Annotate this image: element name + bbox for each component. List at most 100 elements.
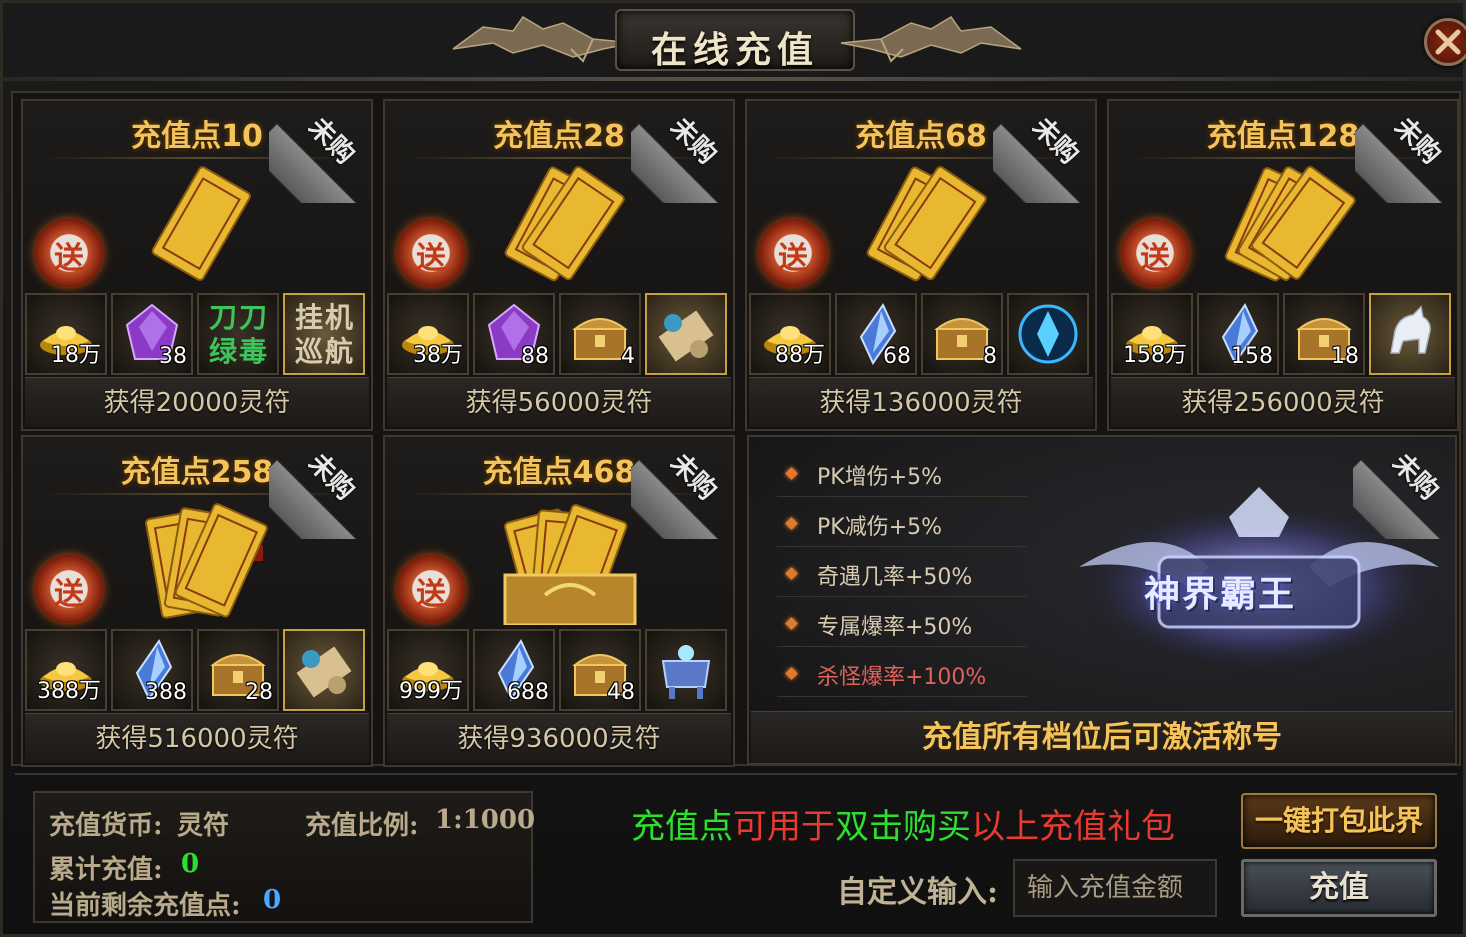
custom-input-label: 自定义输入: <box>837 875 999 910</box>
item-slot[interactable]: 8 <box>921 293 1003 375</box>
promo-text: 充值点可用于双击购买以上充值礼包 <box>631 799 1175 848</box>
item-slots: 18万 38 刀刀 绿毒 挂机 巡航 <box>25 293 369 375</box>
gold-ticket-icon <box>503 503 637 625</box>
item-slots: 38万 88 4 <box>387 293 731 375</box>
item-slot[interactable]: 38万 <box>387 293 469 375</box>
ratio-value: 1:1000 <box>435 805 536 835</box>
bonus-line: 杀怪爆率+100% <box>777 651 1027 697</box>
item-quantity: 48 <box>607 680 635 705</box>
diamond-bullet-icon <box>785 467 798 480</box>
item-slot[interactable]: 48 <box>559 629 641 711</box>
status-ribbon: 未购 <box>1355 99 1459 203</box>
item-slot[interactable]: 88 <box>473 293 555 375</box>
item-slot[interactable]: 28 <box>197 629 279 711</box>
item-slot[interactable]: 158 <box>1197 293 1279 375</box>
item-quantity: 999万 <box>399 679 463 704</box>
promo-part-2: 可用于 <box>733 807 835 847</box>
status-ribbon: 未购 <box>631 435 735 539</box>
activate-bar: 充值所有档位后可激活称号 <box>751 711 1453 763</box>
currency-label: 充值货币: <box>49 811 163 841</box>
item-slot[interactable]: 388 <box>111 629 193 711</box>
bonus-text: PK增伤+5% <box>817 465 943 490</box>
item-quantity: 88 <box>521 344 549 369</box>
package-card[interactable]: 充值点28 未购送 38万 88 4 获得56000灵符 <box>383 99 735 431</box>
item-slot[interactable] <box>1007 293 1089 375</box>
item-quantity: 8 <box>983 344 997 369</box>
skill-text-line: 绿毒 <box>208 335 269 368</box>
item-slot[interactable]: 158万 <box>1111 293 1193 375</box>
reward-bar: 获得136000灵符 <box>749 377 1093 427</box>
bonus-text: PK减伤+5% <box>817 515 943 540</box>
gift-badge-label: 送 <box>416 577 446 612</box>
item-slot[interactable]: 88万 <box>749 293 831 375</box>
close-button[interactable] <box>1424 18 1466 66</box>
status-ribbon: 未购 <box>269 99 373 203</box>
package-card[interactable]: 充值点128 未购送 158万 158 18 获得256000灵符 <box>1107 99 1459 431</box>
total-recharge-label: 累计充值: <box>49 855 163 885</box>
item-slot[interactable]: 4 <box>559 293 641 375</box>
pack-ui-button[interactable]: 一键打包此界面 <box>1241 793 1437 889</box>
item-slot[interactable]: 388万 <box>25 629 107 711</box>
reward-text: 获得56000灵符 <box>465 388 653 418</box>
header-divider <box>3 77 1463 81</box>
item-slot[interactable]: 68 <box>835 293 917 375</box>
bonus-line: 奇遇几率+50% <box>777 551 1027 597</box>
item-slot[interactable]: 18 <box>1283 293 1365 375</box>
package-card[interactable]: 充值点68 未购送 88万 68 8 获得136000灵符 <box>745 99 1097 431</box>
footer-panel: 充值货币: 灵符 充值比例: 1:1000 累计充值: 0 当前剩余充值点: 0… <box>15 773 1457 933</box>
item-slots: 88万 68 8 <box>749 293 1093 375</box>
skill-text-line: 刀刀 <box>208 301 269 334</box>
diamond-bullet-icon <box>785 517 798 530</box>
reward-text: 获得516000灵符 <box>95 724 299 754</box>
remaining-points-label: 当前剩余充值点: <box>49 891 241 921</box>
item-quantity: 38万 <box>413 343 463 368</box>
recharge-amount-input[interactable] <box>1013 859 1217 917</box>
package-card[interactable]: 充值点10 未购送 18万 38 刀刀 绿毒 挂机 巡航 获得20000灵符 <box>21 99 373 431</box>
diamond-bullet-icon <box>785 567 798 580</box>
item-slot[interactable]: 刀刀 绿毒 <box>197 293 279 375</box>
item-quantity: 158万 <box>1123 343 1187 368</box>
item-slot[interactable]: 38 <box>111 293 193 375</box>
item-quantity: 38 <box>159 344 187 369</box>
ratio-label: 充值比例: <box>305 811 419 841</box>
gift-badge-icon: 送 <box>35 555 103 623</box>
item-slot[interactable] <box>1369 293 1451 375</box>
item-slot[interactable]: 18万 <box>25 293 107 375</box>
window-title: 在线充值 <box>650 29 819 71</box>
remaining-points-value: 0 <box>263 885 282 915</box>
promo-part-1: 充值点 <box>631 807 733 847</box>
package-card[interactable]: 充值点258 未购送 388万 388 28 获得516000灵符 <box>21 435 373 767</box>
title-emblem-text: 神界霸王 <box>1144 574 1297 615</box>
gold-ticket-icon <box>504 166 625 282</box>
currency-value: 灵符 <box>177 811 230 841</box>
gold-ticket-icon <box>151 166 251 281</box>
bonus-text: 奇遇几率+50% <box>817 565 973 590</box>
gift-badge-label: 送 <box>416 241 446 276</box>
item-slot[interactable] <box>645 629 727 711</box>
reward-bar: 获得56000灵符 <box>387 377 731 427</box>
item-slot[interactable]: 999万 <box>387 629 469 711</box>
item-slot[interactable] <box>645 293 727 375</box>
recharge-info-box: 充值货币: 灵符 充值比例: 1:1000 累计充值: 0 当前剩余充值点: 0 <box>33 791 536 923</box>
package-card[interactable]: 充值点468 未购送 999万 688 48 获得936000灵符 <box>383 435 735 767</box>
reward-text: 获得936000灵符 <box>457 724 661 754</box>
reward-bar: 获得256000灵符 <box>1111 377 1455 427</box>
gold-ticket-icon <box>145 503 268 619</box>
item-slot[interactable]: 688 <box>473 629 555 711</box>
item-slots: 999万 688 48 <box>387 629 731 711</box>
item-slots: 158万 158 18 <box>1111 293 1455 375</box>
item-quantity: 68 <box>883 344 911 369</box>
promo-part-4: 以上 <box>971 807 1039 847</box>
bonus-text: 专属爆率+50% <box>817 615 973 640</box>
skill-text-line: 巡航 <box>294 335 355 368</box>
bonus-text: 杀怪爆率+100% <box>817 665 987 690</box>
activate-text: 充值所有档位后可激活称号 <box>922 720 1282 755</box>
title-reward-panel[interactable]: 未购 PK增伤+5% PK减伤+5% 奇遇几率+50% 专属爆率+50% 杀怪爆率+100… <box>747 435 1457 765</box>
item-slot[interactable] <box>283 629 365 711</box>
recharge-button[interactable]: 充值 <box>1241 859 1437 917</box>
gold-ticket-icon <box>1224 165 1356 282</box>
item-slot[interactable]: 挂机 巡航 <box>283 293 365 375</box>
packages-area: 充值点10 未购送 18万 38 刀刀 绿毒 挂机 巡航 获得20000灵符 充值点28 未购送 38… <box>11 91 1461 767</box>
skill-text-line: 挂机 <box>294 301 355 334</box>
skill-text-icon: 刀刀 绿毒 <box>201 301 277 369</box>
